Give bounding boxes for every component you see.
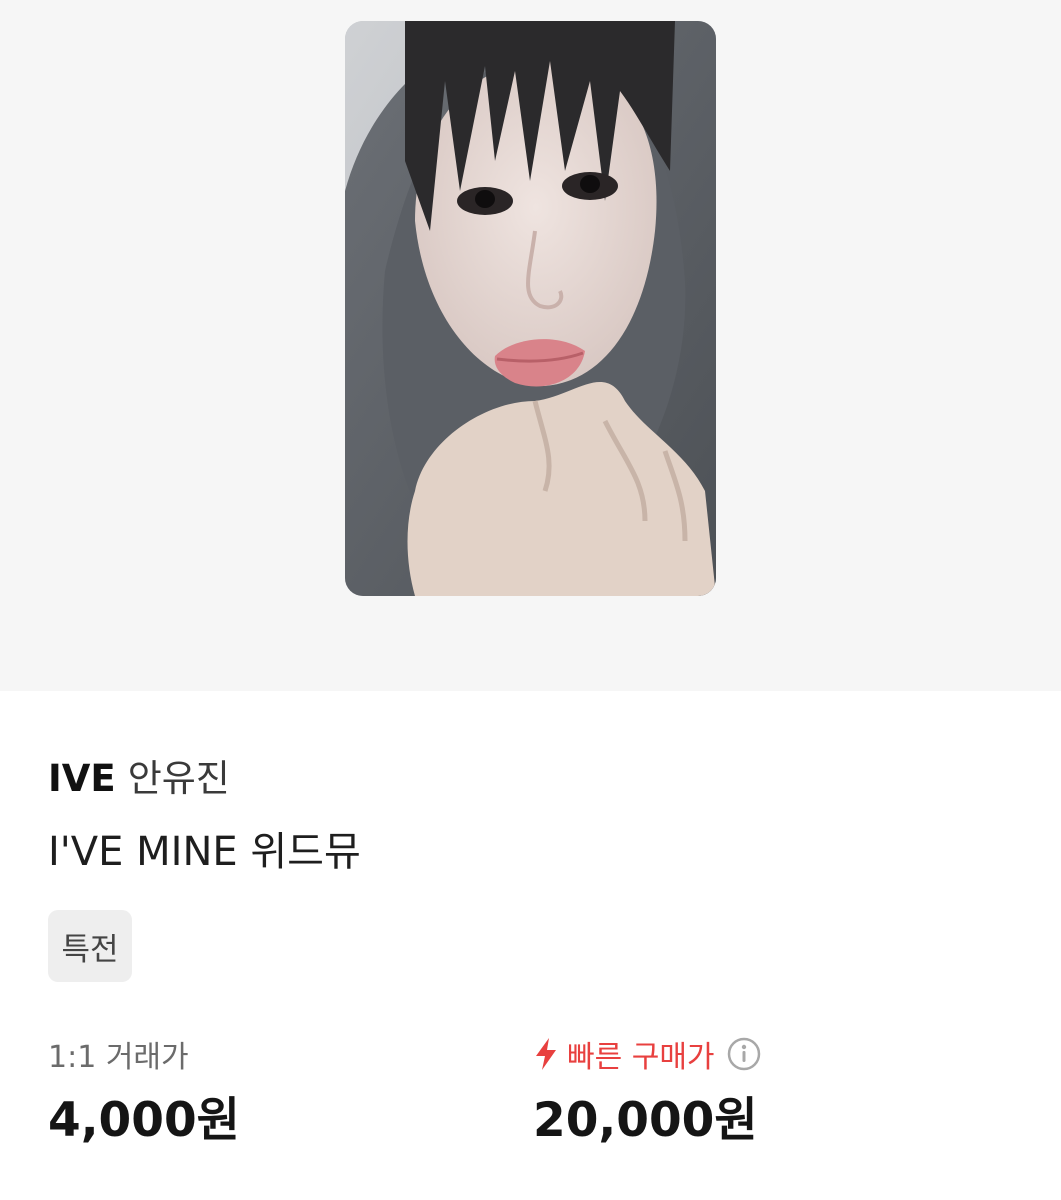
artist-line[interactable]: IVE 안유진: [48, 757, 230, 801]
artist-member: 안유진: [127, 757, 230, 800]
product-page: IVE 안유진 I'VE MINE 위드뮤 특전 1:1 거래가 4,000원 빠…: [0, 0, 1061, 1200]
lightning-bolt-icon: [536, 1038, 556, 1070]
product-tag: 특전: [48, 910, 132, 982]
fast-price-label: 빠른 구매가: [567, 1040, 715, 1075]
product-image-area: [0, 0, 1061, 691]
trade-price-label: 1:1 거래가: [48, 1040, 189, 1075]
photocard-image[interactable]: [345, 21, 716, 596]
trade-price-block: 1:1 거래가 4,000원: [48, 1033, 240, 1149]
artist-group: IVE: [48, 757, 116, 800]
trade-price-value: 4,000원: [48, 1093, 240, 1148]
fast-price-value: 20,000원: [533, 1093, 758, 1148]
fast-price-block: 빠른 구매가 20,000원: [533, 1033, 761, 1149]
product-title: I'VE MINE 위드뮤: [48, 829, 361, 875]
info-icon[interactable]: [727, 1037, 761, 1071]
fast-price-label-row: 빠른 구매가: [533, 1033, 761, 1075]
photocard-illustration: [345, 21, 716, 596]
